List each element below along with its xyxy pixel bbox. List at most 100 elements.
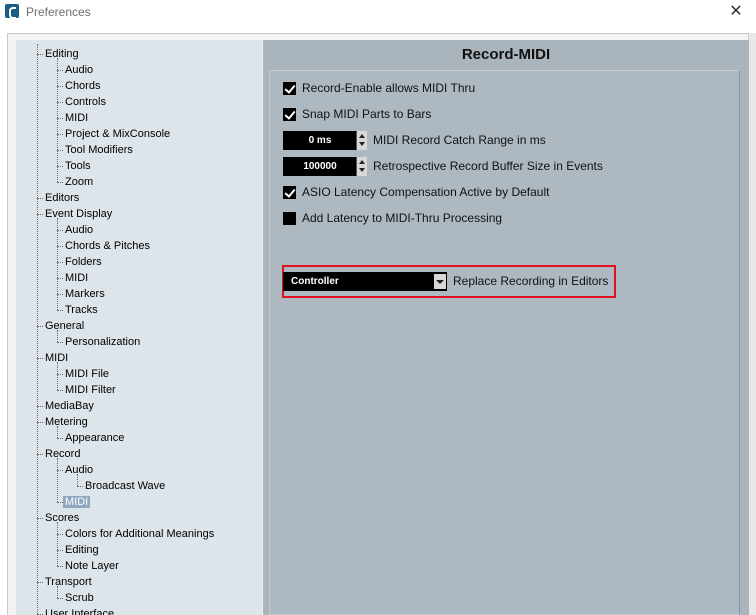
tree-item-label: MediaBay [45,400,94,412]
tree-guide-line [57,458,58,502]
cubase-app-icon [5,4,19,19]
preferences-tree: Editing Audio Chords Controls MIDI Project & … [16,40,262,615]
tree-item-label: Note Layer [65,560,119,572]
tree-guide-line [57,330,58,342]
option-record-enable-midi-thru[interactable]: Record-Enable allows MIDI Thru [283,79,475,97]
tree-item[interactable]: MIDI Filter [63,382,118,398]
option-label: Replace Recording in Editors [453,274,609,288]
tree-item-label: Editing [45,48,79,60]
settings-group: Record-Enable allows MIDI Thru Snap MIDI… [269,70,740,615]
tree-item-label: Personalization [65,336,141,348]
tree-item[interactable]: Editing [63,542,101,558]
catch-range-spinbox[interactable]: 0 ms [283,130,367,150]
tree-item[interactable]: MIDI [63,270,90,286]
tree-item-label: Tools [65,160,91,172]
tree-item[interactable]: Zoom [63,174,95,190]
option-asio-latency[interactable]: ASIO Latency Compensation Active by Defa… [283,183,549,201]
tree-item[interactable]: Editors [43,190,81,206]
window-title: Preferences [26,5,91,19]
option-catch-range: 0 ms MIDI Record Catch Range in ms [283,130,546,150]
tree-item[interactable]: Scrub [63,590,96,606]
record-enable-midi-thru-checkbox[interactable] [283,81,296,95]
tree-item[interactable]: MediaBay [43,398,96,414]
tree-item[interactable]: Metering [43,414,90,430]
tree-item-label: Audio [65,224,94,236]
tree-item[interactable]: Controls [63,94,108,110]
tree-item-label: General [45,320,85,332]
tree-item[interactable]: Broadcast Wave [83,478,167,494]
tree-item[interactable]: Chords & Pitches [63,238,152,254]
tree-item[interactable]: Chords [63,78,102,94]
tree-item-label: Scores [45,512,80,524]
tree-item[interactable]: Colors for Additional Meanings [63,526,216,542]
tree-item[interactable]: Audio [63,62,95,78]
snap-midi-parts-checkbox[interactable] [283,107,296,121]
tree-item[interactable]: Markers [63,286,107,302]
tree-item[interactable]: MIDI [63,110,90,126]
tree-item-label: MIDI Filter [65,384,116,396]
tree-item[interactable]: Personalization [63,334,142,350]
tree-item-label: Colors for Additional Meanings [65,528,215,540]
tree-guide-line [57,586,58,598]
spinbox-arrows-icon[interactable] [356,156,367,176]
option-add-latency[interactable]: Add Latency to MIDI-Thru Processing [283,209,502,227]
tree-guide-line [57,522,58,566]
tree-item[interactable]: Project & MixConsole [63,126,172,142]
tree-item[interactable]: Record [43,446,82,462]
tree-item[interactable]: Editing [43,46,81,62]
tree-item-label: Project & MixConsole [65,128,171,140]
tree-item[interactable]: Appearance [63,430,126,446]
tree-item-label: Audio [65,464,94,476]
tree-guide-line [57,362,58,390]
tree-item[interactable]: Audio [63,222,95,238]
tree-item[interactable]: Audio [63,462,95,478]
tree-item-label: MIDI [65,272,89,284]
settings-panel: Record-MIDI Record-Enable allows MIDI Th… [263,40,749,615]
tree-item-label: Chords & Pitches [65,240,150,252]
tree-guide-line [37,44,38,615]
tree-item[interactable]: MIDI File [63,366,111,382]
tree-item[interactable]: Tools [63,158,93,174]
tree-item-label: User Interface [45,608,115,615]
option-snap-midi-parts[interactable]: Snap MIDI Parts to Bars [283,105,431,123]
tree-item-label: Markers [65,288,105,300]
replace-recording-dropdown[interactable]: Controller [283,271,447,291]
tree-item[interactable]: User Interface [43,606,116,615]
chevron-down-icon[interactable] [434,273,446,289]
window-edge [749,33,756,615]
spinbox-value: 0 ms [308,134,332,146]
tree-item[interactable]: Scores [43,510,81,526]
tree-item[interactable]: Tool Modifiers [63,142,135,158]
tree-item-label: MIDI File [65,368,109,380]
tree-item-label: Audio [65,64,94,76]
tree-item-label: Chords [65,80,101,92]
tree-item-label: MIDI [63,496,91,508]
tree-item[interactable]: MIDI [63,494,91,510]
tree-guide-line [77,474,78,486]
add-latency-checkbox[interactable] [283,211,296,225]
close-button[interactable]: ✕ [724,1,748,23]
option-label: Snap MIDI Parts to Bars [302,107,432,121]
tree-guide-line [57,218,58,310]
tree-guide-line [57,58,58,182]
tree-guide-line [57,426,58,438]
tree-item[interactable]: Tracks [63,302,100,318]
tree-item[interactable]: General [43,318,86,334]
asio-latency-checkbox[interactable] [283,185,296,199]
option-retro-buffer: 100000 Retrospective Record Buffer Size … [283,156,603,176]
tree-item-label: Transport [45,576,92,588]
spinbox-arrows-icon[interactable] [356,130,367,150]
panel-title: Record-MIDI [461,46,551,63]
option-label: Record-Enable allows MIDI Thru [302,81,476,95]
tree-item-label: MIDI [65,112,89,124]
tree-item-label: Controls [65,96,106,108]
title-bar: Preferences ✕ [0,0,756,25]
tree-item[interactable]: Event Display [43,206,114,222]
tree-item[interactable]: Folders [63,254,104,270]
tree-item[interactable]: Note Layer [63,558,121,574]
tree-item-label: Folders [65,256,102,268]
tree-item[interactable]: Transport [43,574,94,590]
tree-item-label: Tool Modifiers [65,144,133,156]
tree-item-label: Zoom [65,176,94,188]
retro-buffer-spinbox[interactable]: 100000 [283,156,367,176]
